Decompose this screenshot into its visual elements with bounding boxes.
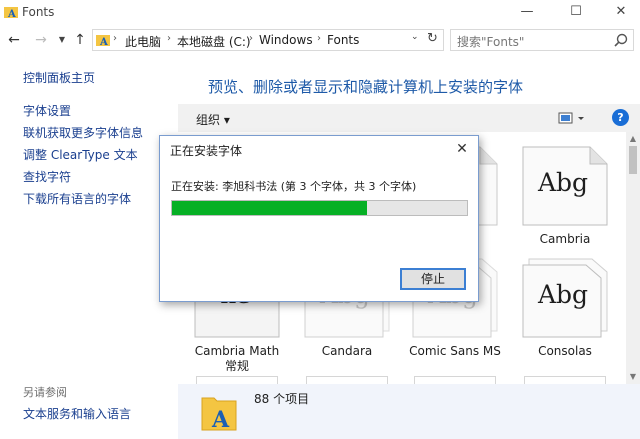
install-progress-bar [171, 200, 468, 216]
forward-button[interactable]: → [31, 30, 51, 50]
recent-locations-button[interactable]: ▼ [52, 30, 72, 50]
item-count: 88 个项目 [254, 392, 310, 406]
svg-text:A: A [7, 9, 16, 19]
font-item-consolas[interactable]: Abg Consolas [520, 258, 610, 368]
font-settings-link[interactable]: 字体设置 [23, 102, 71, 119]
breadcrumb-separator: › [113, 33, 117, 44]
search-placeholder: 搜索"Fonts" [457, 35, 525, 49]
navigation-bar: ← → ▼ ↑ A › 此电脑 › 本地磁盘 (C:) › Windows › … [0, 26, 640, 54]
breadcrumb-separator: › [317, 33, 321, 44]
change-view-icon[interactable] [558, 110, 586, 126]
minimize-button[interactable]: — [504, 0, 550, 26]
command-bar: 组织 ▾ ? [178, 104, 640, 132]
scrollbar-thumb[interactable] [629, 146, 637, 174]
fonts-folder-icon: A [201, 397, 237, 432]
font-sample: Abg [537, 280, 589, 309]
install-fonts-dialog: 正在安装字体 ✕ 正在安装: 李旭科书法 (第 3 个字体，共 3 个字体) 停… [159, 135, 479, 302]
font-item-partial [306, 376, 388, 384]
adjust-cleartype-link[interactable]: 调整 ClearType 文本 [23, 146, 138, 163]
stop-button[interactable]: 停止 [400, 268, 466, 290]
font-name: Cambria [539, 232, 591, 246]
back-button[interactable]: ← [4, 30, 24, 50]
dialog-title: 正在安装字体 [170, 144, 243, 158]
find-character-link[interactable]: 查找字符 [23, 168, 71, 185]
maximize-button[interactable]: ☐ [553, 0, 599, 26]
font-sample: Abg [537, 168, 589, 197]
search-icon[interactable] [613, 32, 629, 48]
font-name: Candara [321, 344, 373, 358]
progress-fill [172, 201, 367, 215]
window-title: Fonts [22, 5, 55, 19]
svg-text:A: A [99, 37, 108, 47]
text-services-link[interactable]: 文本服务和输入语言 [23, 405, 131, 422]
scroll-up-arrow[interactable]: ▲ [626, 134, 640, 144]
control-panel-home-link[interactable]: 控制面板主页 [23, 69, 95, 86]
font-item-partial [196, 376, 278, 384]
vertical-scrollbar[interactable]: ▲ ▼ [626, 132, 640, 384]
search-box[interactable]: 搜索"Fonts" [450, 29, 634, 51]
svg-text:A: A [211, 407, 230, 432]
see-also-heading: 另请参阅 [23, 386, 67, 399]
font-item-cambria[interactable]: Abg Cambria [520, 146, 610, 256]
font-name: Comic Sans MS [409, 344, 501, 358]
breadcrumb-local-disk[interactable]: 本地磁盘 (C:) [177, 33, 251, 50]
breadcrumb-this-pc[interactable]: 此电脑 [125, 33, 161, 50]
font-name: Consolas [538, 344, 592, 358]
help-icon[interactable]: ? [612, 109, 629, 126]
download-all-language-fonts-link[interactable]: 下载所有语言的字体 [23, 190, 131, 207]
left-panel: 控制面板主页 字体设置 联机获取更多字体信息 调整 ClearType 文本 查… [0, 54, 178, 439]
close-window-button[interactable]: ✕ [598, 0, 640, 26]
up-button[interactable]: ↑ [70, 30, 90, 50]
address-bar[interactable]: A › 此电脑 › 本地磁盘 (C:) › Windows › Fonts ⌄ … [92, 29, 444, 51]
breadcrumb-windows[interactable]: Windows [259, 33, 313, 47]
breadcrumb-fonts[interactable]: Fonts [327, 33, 359, 47]
get-more-fonts-online-link[interactable]: 联机获取更多字体信息 [23, 124, 143, 141]
breadcrumb-separator: › [167, 33, 171, 44]
scroll-down-arrow[interactable]: ▼ [626, 372, 640, 382]
font-item-partial [414, 376, 496, 384]
fonts-folder-icon: A [4, 7, 18, 19]
details-pane: A 88 个项目 [178, 384, 640, 439]
fonts-folder-icon: A [96, 35, 110, 47]
font-item-partial [524, 376, 606, 384]
organize-menu[interactable]: 组织 ▾ [196, 111, 230, 128]
breadcrumb-separator: › [249, 33, 253, 44]
font-name: Cambria Math 常规 [194, 344, 280, 373]
page-title: 预览、删除或者显示和隐藏计算机上安装的字体 [208, 78, 524, 96]
dialog-close-button[interactable]: ✕ [452, 140, 472, 158]
dialog-body: 正在安装: 李旭科书法 (第 3 个字体，共 3 个字体) 停止 [161, 164, 477, 301]
install-status-text: 正在安装: 李旭科书法 (第 3 个字体，共 3 个字体) [171, 180, 417, 193]
address-dropdown-button[interactable]: ⌄ [411, 32, 419, 42]
title-bar: A Fonts — ☐ ✕ [0, 0, 640, 26]
refresh-button[interactable]: ↻ [427, 31, 438, 46]
